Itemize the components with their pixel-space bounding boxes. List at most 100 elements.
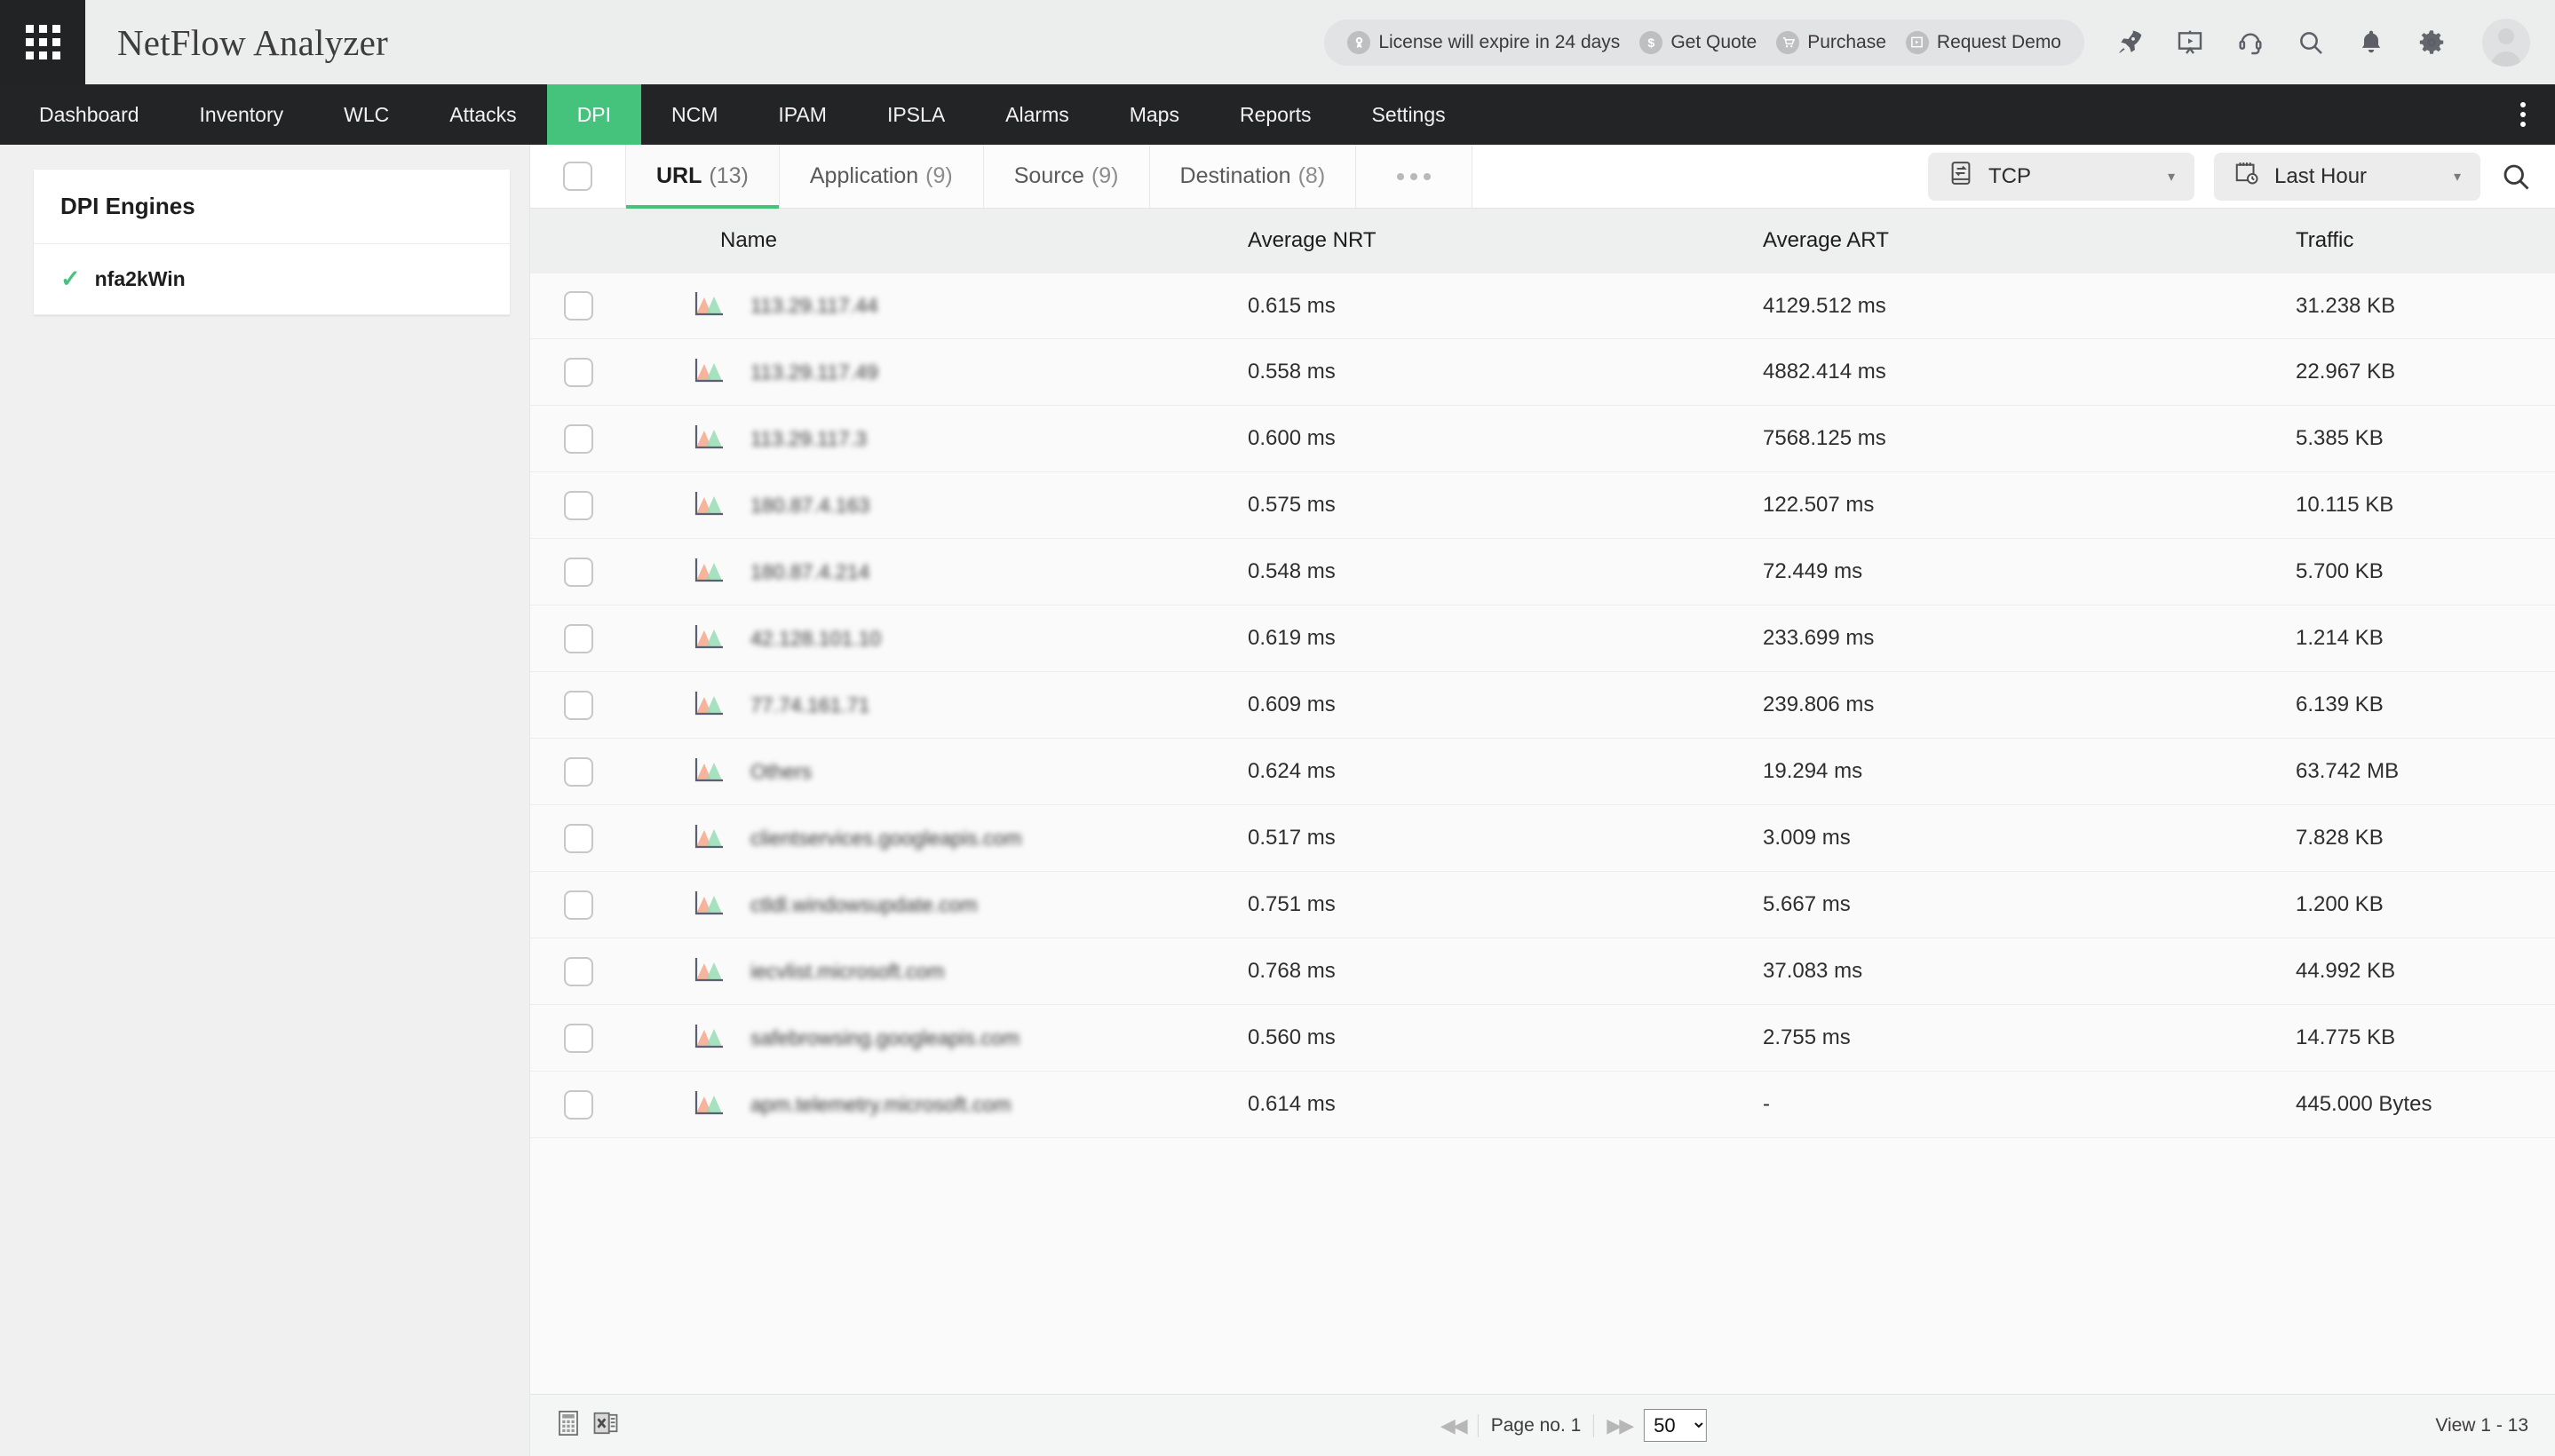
table-search-icon[interactable]: [2500, 161, 2532, 193]
gear-settings-icon[interactable]: [2416, 28, 2447, 58]
cell-name[interactable]: ctldl.windowsupdate.com: [626, 890, 1248, 921]
row-checkbox-cell: [530, 491, 626, 520]
table-row[interactable]: 180.87.4.2140.548 ms72.449 ms5.700 KB: [530, 539, 2555, 605]
cell-name[interactable]: 180.87.4.163: [626, 490, 1248, 521]
row-checkbox[interactable]: [564, 424, 593, 454]
table-row[interactable]: safebrowsing.googleapis.com0.560 ms2.755…: [530, 1005, 2555, 1072]
bell-notification-icon[interactable]: [2356, 28, 2386, 58]
area-chart-icon[interactable]: [694, 890, 724, 921]
row-checkbox[interactable]: [564, 757, 593, 787]
tab-application[interactable]: Application (9): [780, 145, 984, 208]
nav-item-alarms[interactable]: Alarms: [975, 84, 1099, 145]
purchase-button[interactable]: Purchase: [1776, 31, 1886, 54]
cell-name[interactable]: 77.74.161.71: [626, 690, 1248, 721]
nav-item-dashboard[interactable]: Dashboard: [9, 84, 170, 145]
cell-name[interactable]: clientservices.googleapis.com: [626, 823, 1248, 854]
column-header-traffic[interactable]: Traffic: [2296, 228, 2555, 253]
table-row[interactable]: ctldl.windowsupdate.com0.751 ms5.667 ms1…: [530, 872, 2555, 938]
area-chart-icon[interactable]: [694, 290, 724, 321]
cell-name[interactable]: safebrowsing.googleapis.com: [626, 1023, 1248, 1054]
column-header-average-nrt[interactable]: Average NRT: [1248, 228, 1763, 253]
nav-item-maps[interactable]: Maps: [1099, 84, 1210, 145]
nav-item-ipsla[interactable]: IPSLA: [857, 84, 975, 145]
cell-name[interactable]: 113.29.117.49: [626, 357, 1248, 388]
area-chart-icon[interactable]: [694, 690, 724, 721]
export-grid-icon[interactable]: [557, 1410, 580, 1441]
table-row[interactable]: clientservices.googleapis.com0.517 ms3.0…: [530, 805, 2555, 872]
table-row[interactable]: iecvlist.microsoft.com0.768 ms37.083 ms4…: [530, 938, 2555, 1005]
table-row[interactable]: 113.29.117.490.558 ms4882.414 ms22.967 K…: [530, 339, 2555, 406]
row-checkbox-cell: [530, 957, 626, 986]
export-excel-icon[interactable]: [592, 1410, 619, 1441]
search-icon[interactable]: [2296, 28, 2326, 58]
headset-support-icon[interactable]: [2235, 28, 2265, 58]
page-size-select[interactable]: 102550100: [1644, 1409, 1707, 1442]
first-page-icon[interactable]: ◀◀: [1440, 1414, 1465, 1437]
row-checkbox[interactable]: [564, 1090, 593, 1120]
horizontal-dots-icon[interactable]: [1356, 145, 1472, 208]
nav-item-dpi[interactable]: DPI: [547, 84, 641, 145]
time-range-dropdown[interactable]: Last Hour ▾: [2214, 153, 2480, 201]
cell-name[interactable]: 113.29.117.3: [626, 423, 1248, 455]
area-chart-icon[interactable]: [694, 956, 724, 987]
cell-name[interactable]: 180.87.4.214: [626, 557, 1248, 588]
select-all-checkbox[interactable]: [563, 162, 592, 191]
nav-item-inventory[interactable]: Inventory: [170, 84, 314, 145]
area-chart-icon[interactable]: [694, 557, 724, 588]
table-row[interactable]: Others0.624 ms19.294 ms63.742 MB: [530, 739, 2555, 805]
row-checkbox[interactable]: [564, 957, 593, 986]
table-row[interactable]: apm.telemetry.microsoft.com0.614 ms-445.…: [530, 1072, 2555, 1138]
cell-name[interactable]: apm.telemetry.microsoft.com: [626, 1089, 1248, 1120]
tab-url[interactable]: URL (13): [626, 145, 780, 208]
sidebar-item-nfa2kwin[interactable]: ✓ nfa2kWin: [34, 244, 510, 315]
nav-item-ipam[interactable]: IPAM: [748, 84, 857, 145]
row-checkbox[interactable]: [564, 491, 593, 520]
vertical-dots-icon[interactable]: [2505, 84, 2541, 145]
row-checkbox[interactable]: [564, 358, 593, 387]
area-chart-icon[interactable]: [694, 1023, 724, 1054]
nav-item-ncm[interactable]: NCM: [641, 84, 748, 145]
area-chart-icon[interactable]: [694, 423, 724, 455]
nav-item-reports[interactable]: Reports: [1210, 84, 1342, 145]
request-demo-button[interactable]: Request Demo: [1906, 31, 2061, 54]
area-chart-icon[interactable]: [694, 357, 724, 388]
nav-item-attacks[interactable]: Attacks: [419, 84, 546, 145]
row-checkbox[interactable]: [564, 691, 593, 720]
cell-average-nrt: 0.619 ms: [1248, 626, 1763, 651]
row-checkbox[interactable]: [564, 558, 593, 587]
column-header-name[interactable]: Name: [626, 228, 1248, 253]
cell-name[interactable]: Others: [626, 756, 1248, 787]
tab-destination[interactable]: Destination (8): [1150, 145, 1357, 208]
row-checkbox[interactable]: [564, 624, 593, 653]
row-checkbox[interactable]: [564, 291, 593, 320]
nav-item-settings[interactable]: Settings: [1342, 84, 1476, 145]
rocket-icon[interactable]: [2115, 28, 2145, 58]
get-quote-button[interactable]: $ Get Quote: [1639, 31, 1757, 54]
cell-name[interactable]: 42.128.101.10: [626, 623, 1248, 654]
table-row[interactable]: 77.74.161.710.609 ms239.806 ms6.139 KB: [530, 672, 2555, 739]
table-row[interactable]: 180.87.4.1630.575 ms122.507 ms10.115 KB: [530, 472, 2555, 539]
app-launcher-button[interactable]: [0, 0, 85, 84]
table-row[interactable]: 113.29.117.440.615 ms4129.512 ms31.238 K…: [530, 273, 2555, 339]
license-expiry[interactable]: License will expire in 24 days: [1347, 31, 1620, 54]
protocol-filter-dropdown[interactable]: TCP ▾: [1928, 153, 2194, 201]
row-checkbox[interactable]: [564, 824, 593, 853]
area-chart-icon[interactable]: [694, 623, 724, 654]
column-header-average-art[interactable]: Average ART: [1763, 228, 2296, 253]
row-checkbox[interactable]: [564, 890, 593, 920]
row-checkbox[interactable]: [564, 1024, 593, 1053]
cell-name[interactable]: iecvlist.microsoft.com: [626, 956, 1248, 987]
area-chart-icon[interactable]: [694, 490, 724, 521]
presentation-play-icon[interactable]: [2175, 28, 2205, 58]
cell-name[interactable]: 113.29.117.44: [626, 290, 1248, 321]
table-row[interactable]: 42.128.101.100.619 ms233.699 ms1.214 KB: [530, 605, 2555, 672]
user-avatar-icon[interactable]: [2482, 19, 2530, 67]
area-chart-icon[interactable]: [694, 823, 724, 854]
next-page-icon[interactable]: ▶▶: [1607, 1414, 1631, 1437]
nav-item-wlc[interactable]: WLC: [313, 84, 419, 145]
tab-source[interactable]: Source (9): [984, 145, 1150, 208]
area-chart-icon[interactable]: [694, 756, 724, 787]
table-row[interactable]: 113.29.117.30.600 ms7568.125 ms5.385 KB: [530, 406, 2555, 472]
area-chart-icon[interactable]: [694, 1089, 724, 1120]
cell-average-art: 122.507 ms: [1763, 493, 2296, 518]
